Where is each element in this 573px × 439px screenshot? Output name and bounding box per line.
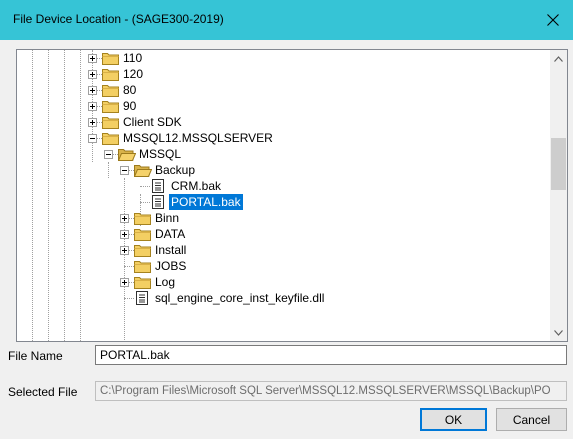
folder-icon bbox=[102, 67, 120, 81]
tree-folder-item[interactable]: MSSQL12.MSSQLSERVER bbox=[17, 130, 547, 146]
tree-connector bbox=[140, 202, 150, 203]
tree-item-label[interactable]: MSSQL bbox=[137, 146, 183, 162]
title-bar[interactable]: File Device Location - (SAGE300-2019) bbox=[0, 0, 573, 40]
chevron-down-icon bbox=[554, 329, 563, 336]
scroll-thumb[interactable] bbox=[551, 138, 566, 190]
file-device-location-dialog: File Device Location - (SAGE300-2019) 11… bbox=[0, 0, 573, 439]
collapse-icon[interactable] bbox=[88, 134, 97, 143]
expand-icon[interactable] bbox=[120, 230, 129, 239]
tree-item-label[interactable]: CRM.bak bbox=[169, 178, 223, 194]
tree-file-item[interactable]: CRM.bak bbox=[17, 178, 547, 194]
tree-folder-item[interactable]: Binn bbox=[17, 210, 547, 226]
folder-icon bbox=[134, 227, 152, 241]
folder-open-icon bbox=[117, 147, 137, 161]
tree-folder-item[interactable]: DATA bbox=[17, 226, 547, 242]
folder-icon bbox=[102, 99, 120, 113]
expand-icon[interactable] bbox=[88, 54, 97, 63]
tree-folder-item[interactable]: 110 bbox=[17, 50, 547, 66]
collapse-icon[interactable] bbox=[104, 150, 113, 159]
expand-icon[interactable] bbox=[88, 70, 97, 79]
tree-folder-item[interactable]: Install bbox=[17, 242, 547, 258]
expand-icon[interactable] bbox=[88, 102, 97, 111]
ok-button[interactable]: OK bbox=[420, 408, 487, 431]
expand-icon[interactable] bbox=[120, 214, 129, 223]
folder-icon bbox=[134, 211, 152, 225]
file-name-label: File Name bbox=[8, 349, 63, 363]
file-icon bbox=[152, 179, 170, 193]
tree-item-label[interactable]: PORTAL.bak bbox=[168, 193, 244, 211]
tree-file-item[interactable]: sql_engine_core_inst_keyfile.dll bbox=[17, 290, 547, 306]
tree-folder-item[interactable]: 90 bbox=[17, 98, 547, 114]
folder-icon bbox=[102, 83, 120, 97]
folder-icon bbox=[134, 275, 152, 289]
tree-connector bbox=[124, 266, 134, 267]
tree-item-label[interactable]: MSSQL12.MSSQLSERVER bbox=[121, 130, 275, 146]
folder-icon bbox=[134, 259, 152, 273]
tree-file-item[interactable]: PORTAL.bak bbox=[17, 193, 547, 211]
file-icon bbox=[152, 195, 170, 209]
tree-connector bbox=[140, 186, 150, 187]
tree-folder-item[interactable]: JOBS bbox=[17, 258, 547, 274]
tree-item-label[interactable]: Client SDK bbox=[121, 114, 184, 130]
tree-folder-item[interactable]: Backup bbox=[17, 162, 547, 178]
tree-folder-item[interactable]: 80 bbox=[17, 82, 547, 98]
tree-item-label[interactable]: DATA bbox=[153, 226, 187, 242]
tree-connector bbox=[124, 298, 134, 299]
vertical-scrollbar[interactable] bbox=[550, 50, 567, 341]
tree-folder-item[interactable]: Client SDK bbox=[17, 114, 547, 130]
folder-icon bbox=[102, 115, 120, 129]
folder-icon bbox=[102, 131, 120, 145]
tree-item-label[interactable]: Backup bbox=[153, 162, 197, 178]
window-title: File Device Location - (SAGE300-2019) bbox=[13, 12, 224, 26]
tree-folder-item[interactable]: Log bbox=[17, 274, 547, 290]
selected-file-field: C:\Program Files\Microsoft SQL Server\MS… bbox=[95, 381, 567, 401]
expand-icon[interactable] bbox=[88, 118, 97, 127]
selected-file-label: Selected File bbox=[8, 385, 78, 399]
close-button[interactable] bbox=[533, 0, 573, 40]
expand-icon[interactable] bbox=[120, 246, 129, 255]
tree-folder-item[interactable]: MSSQL bbox=[17, 146, 547, 162]
tree-item-label[interactable]: 120 bbox=[121, 66, 145, 82]
tree-item-label[interactable]: Log bbox=[153, 274, 177, 290]
cancel-button[interactable]: Cancel bbox=[496, 408, 567, 431]
scroll-up-button[interactable] bbox=[550, 50, 567, 67]
tree-folder-item[interactable]: 120 bbox=[17, 66, 547, 82]
folder-icon bbox=[134, 243, 152, 257]
tree-item-label[interactable]: 80 bbox=[121, 82, 138, 98]
expand-icon[interactable] bbox=[88, 86, 97, 95]
file-name-input[interactable]: PORTAL.bak bbox=[95, 345, 567, 365]
file-icon bbox=[136, 291, 154, 305]
folder-open-icon bbox=[133, 163, 153, 177]
folder-tree[interactable]: 110 120 80 90 Client SDK MSSQL12.MSSQLSERVER M… bbox=[16, 49, 568, 342]
tree-item-label[interactable]: 110 bbox=[121, 50, 144, 66]
collapse-icon[interactable] bbox=[120, 166, 129, 175]
chevron-up-icon bbox=[554, 55, 563, 62]
tree-item-label[interactable]: sql_engine_core_inst_keyfile.dll bbox=[153, 290, 326, 306]
tree-item-label[interactable]: JOBS bbox=[153, 258, 188, 274]
tree-item-label[interactable]: Binn bbox=[153, 210, 181, 226]
tree-item-label[interactable]: Install bbox=[153, 242, 188, 258]
folder-icon bbox=[102, 51, 120, 65]
close-icon bbox=[547, 14, 559, 26]
scroll-down-button[interactable] bbox=[550, 324, 567, 341]
expand-icon[interactable] bbox=[120, 278, 129, 287]
tree-item-label[interactable]: 90 bbox=[121, 98, 138, 114]
